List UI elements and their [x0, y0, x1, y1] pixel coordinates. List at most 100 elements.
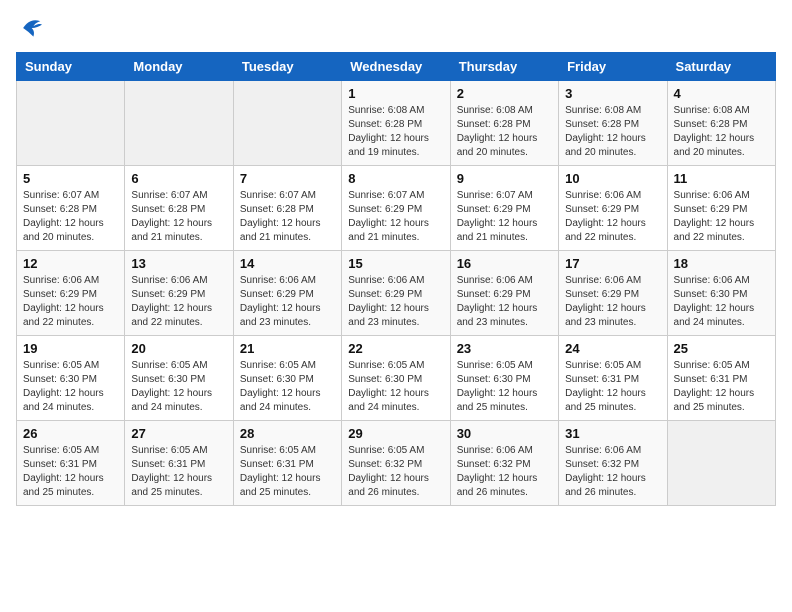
calendar-cell — [667, 421, 775, 506]
day-info: Sunrise: 6:06 AM Sunset: 6:29 PM Dayligh… — [565, 274, 660, 330]
day-number: 15 — [348, 256, 443, 271]
day-info: Sunrise: 6:07 AM Sunset: 6:28 PM Dayligh… — [240, 189, 335, 245]
calendar-cell: 14 Sunrise: 6:06 AM Sunset: 6:29 PM Dayli… — [233, 251, 341, 336]
day-number: 23 — [457, 341, 552, 356]
day-info: Sunrise: 6:06 AM Sunset: 6:29 PM Dayligh… — [131, 274, 226, 330]
day-number: 16 — [457, 256, 552, 271]
weekday-header: Saturday — [667, 53, 775, 81]
day-info: Sunrise: 6:05 AM Sunset: 6:30 PM Dayligh… — [23, 359, 118, 415]
day-number: 5 — [23, 171, 118, 186]
day-info: Sunrise: 6:08 AM Sunset: 6:28 PM Dayligh… — [457, 104, 552, 160]
weekday-header: Sunday — [17, 53, 125, 81]
calendar-cell: 11 Sunrise: 6:06 AM Sunset: 6:29 PM Dayli… — [667, 166, 775, 251]
calendar-cell: 23 Sunrise: 6:05 AM Sunset: 6:30 PM Dayli… — [450, 336, 558, 421]
day-number: 25 — [674, 341, 769, 356]
weekday-header: Thursday — [450, 53, 558, 81]
calendar-cell: 29Sunrise: 6:05 AM Sunset: 6:32 PM Dayli… — [342, 421, 450, 506]
calendar-cell: 19 Sunrise: 6:05 AM Sunset: 6:30 PM Dayli… — [17, 336, 125, 421]
day-info: Sunrise: 6:08 AM Sunset: 6:28 PM Dayligh… — [674, 104, 769, 160]
day-info: Sunrise: 6:06 AM Sunset: 6:32 PM Dayligh… — [457, 444, 552, 500]
day-number: 12 — [23, 256, 118, 271]
calendar-cell: 2 Sunrise: 6:08 AM Sunset: 6:28 PM Daylig… — [450, 81, 558, 166]
day-info: Sunrise: 6:05 AM Sunset: 6:31 PM Dayligh… — [131, 444, 226, 500]
day-number: 21 — [240, 341, 335, 356]
day-info: Sunrise: 6:05 AM Sunset: 6:31 PM Dayligh… — [565, 359, 660, 415]
day-info: Sunrise: 6:06 AM Sunset: 6:30 PM Dayligh… — [674, 274, 769, 330]
day-info: Sunrise: 6:05 AM Sunset: 6:30 PM Dayligh… — [131, 359, 226, 415]
weekday-header: Wednesday — [342, 53, 450, 81]
day-number: 17 — [565, 256, 660, 271]
calendar-cell: 15 Sunrise: 6:06 AM Sunset: 6:29 PM Dayli… — [342, 251, 450, 336]
day-info: Sunrise: 6:05 AM Sunset: 6:30 PM Dayligh… — [348, 359, 443, 415]
day-info: Sunrise: 6:05 AM Sunset: 6:30 PM Dayligh… — [457, 359, 552, 415]
calendar-cell: 18 Sunrise: 6:06 AM Sunset: 6:30 PM Dayli… — [667, 251, 775, 336]
calendar-cell: 31 Sunrise: 6:06 AM Sunset: 6:32 PM Dayli… — [559, 421, 667, 506]
day-number: 30 — [457, 426, 552, 441]
calendar-cell: 21 Sunrise: 6:05 AM Sunset: 6:30 PM Dayli… — [233, 336, 341, 421]
day-info: Sunrise: 6:05 AM Sunset: 6:31 PM Dayligh… — [23, 444, 118, 500]
calendar-header: SundayMondayTuesdayWednesdayThursdayFrid… — [17, 53, 776, 81]
calendar-cell: 20 Sunrise: 6:05 AM Sunset: 6:30 PM Dayli… — [125, 336, 233, 421]
day-info: Sunrise: 6:07 AM Sunset: 6:29 PM Dayligh… — [457, 189, 552, 245]
day-info: Sunrise: 6:05 AM Sunset: 6:32 PM Dayligh… — [348, 444, 443, 500]
day-number: 18 — [674, 256, 769, 271]
calendar-cell: 10 Sunrise: 6:06 AM Sunset: 6:29 PM Dayli… — [559, 166, 667, 251]
day-number: 1 — [348, 86, 443, 101]
day-info: Sunrise: 6:07 AM Sunset: 6:28 PM Dayligh… — [131, 189, 226, 245]
day-info: Sunrise: 6:07 AM Sunset: 6:29 PM Dayligh… — [348, 189, 443, 245]
calendar-cell — [233, 81, 341, 166]
day-info: Sunrise: 6:08 AM Sunset: 6:28 PM Dayligh… — [348, 104, 443, 160]
calendar-cell: 17 Sunrise: 6:06 AM Sunset: 6:29 PM Dayli… — [559, 251, 667, 336]
calendar-cell: 8 Sunrise: 6:07 AM Sunset: 6:29 PM Daylig… — [342, 166, 450, 251]
calendar-cell — [17, 81, 125, 166]
day-number: 24 — [565, 341, 660, 356]
day-number: 11 — [674, 171, 769, 186]
day-info: Sunrise: 6:06 AM Sunset: 6:29 PM Dayligh… — [348, 274, 443, 330]
weekday-header: Friday — [559, 53, 667, 81]
day-number: 26 — [23, 426, 118, 441]
calendar-cell: 22 Sunrise: 6:05 AM Sunset: 6:30 PM Dayli… — [342, 336, 450, 421]
day-number: 13 — [131, 256, 226, 271]
calendar-cell: 28Sunrise: 6:05 AM Sunset: 6:31 PM Dayli… — [233, 421, 341, 506]
header — [16, 16, 776, 40]
calendar-cell: 7 Sunrise: 6:07 AM Sunset: 6:28 PM Daylig… — [233, 166, 341, 251]
day-info: Sunrise: 6:06 AM Sunset: 6:32 PM Dayligh… — [565, 444, 660, 500]
logo — [16, 16, 48, 40]
calendar-cell: 30 Sunrise: 6:06 AM Sunset: 6:32 PM Dayli… — [450, 421, 558, 506]
day-info: Sunrise: 6:08 AM Sunset: 6:28 PM Dayligh… — [565, 104, 660, 160]
calendar-cell: 4Sunrise: 6:08 AM Sunset: 6:28 PM Daylig… — [667, 81, 775, 166]
day-info: Sunrise: 6:07 AM Sunset: 6:28 PM Dayligh… — [23, 189, 118, 245]
day-info: Sunrise: 6:06 AM Sunset: 6:29 PM Dayligh… — [240, 274, 335, 330]
day-number: 19 — [23, 341, 118, 356]
calendar-cell: 1 Sunrise: 6:08 AM Sunset: 6:28 PM Daylig… — [342, 81, 450, 166]
calendar-cell — [125, 81, 233, 166]
calendar-cell: 5 Sunrise: 6:07 AM Sunset: 6:28 PM Daylig… — [17, 166, 125, 251]
calendar-cell: 25 Sunrise: 6:05 AM Sunset: 6:31 PM Dayli… — [667, 336, 775, 421]
day-info: Sunrise: 6:06 AM Sunset: 6:29 PM Dayligh… — [674, 189, 769, 245]
calendar-cell: 26 Sunrise: 6:05 AM Sunset: 6:31 PM Dayli… — [17, 421, 125, 506]
calendar-cell: 16 Sunrise: 6:06 AM Sunset: 6:29 PM Dayli… — [450, 251, 558, 336]
day-number: 8 — [348, 171, 443, 186]
day-info: Sunrise: 6:06 AM Sunset: 6:29 PM Dayligh… — [23, 274, 118, 330]
calendar-cell: 24 Sunrise: 6:05 AM Sunset: 6:31 PM Dayli… — [559, 336, 667, 421]
calendar-cell: 12 Sunrise: 6:06 AM Sunset: 6:29 PM Dayli… — [17, 251, 125, 336]
day-number: 10 — [565, 171, 660, 186]
calendar: SundayMondayTuesdayWednesdayThursdayFrid… — [16, 52, 776, 506]
calendar-cell: 6Sunrise: 6:07 AM Sunset: 6:28 PM Daylig… — [125, 166, 233, 251]
day-info: Sunrise: 6:06 AM Sunset: 6:29 PM Dayligh… — [457, 274, 552, 330]
calendar-cell: 13 Sunrise: 6:06 AM Sunset: 6:29 PM Dayli… — [125, 251, 233, 336]
calendar-cell: 27Sunrise: 6:05 AM Sunset: 6:31 PM Dayli… — [125, 421, 233, 506]
day-info: Sunrise: 6:05 AM Sunset: 6:30 PM Dayligh… — [240, 359, 335, 415]
day-info: Sunrise: 6:05 AM Sunset: 6:31 PM Dayligh… — [674, 359, 769, 415]
day-number: 2 — [457, 86, 552, 101]
weekday-header: Monday — [125, 53, 233, 81]
day-number: 22 — [348, 341, 443, 356]
day-number: 31 — [565, 426, 660, 441]
calendar-cell: 9Sunrise: 6:07 AM Sunset: 6:29 PM Daylig… — [450, 166, 558, 251]
day-number: 28 — [240, 426, 335, 441]
day-number: 20 — [131, 341, 226, 356]
day-number: 14 — [240, 256, 335, 271]
day-number: 7 — [240, 171, 335, 186]
day-info: Sunrise: 6:06 AM Sunset: 6:29 PM Dayligh… — [565, 189, 660, 245]
calendar-cell: 3Sunrise: 6:08 AM Sunset: 6:28 PM Daylig… — [559, 81, 667, 166]
